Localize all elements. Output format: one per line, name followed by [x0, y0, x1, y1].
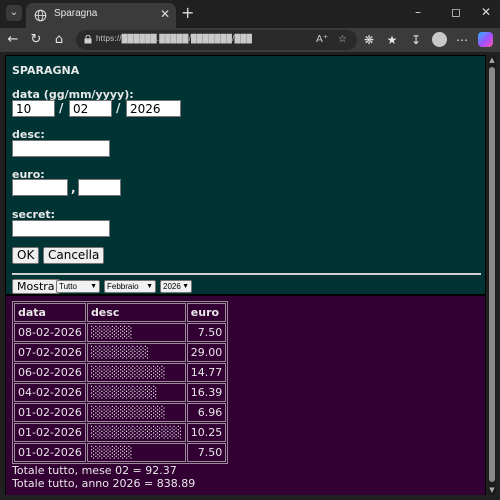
euro-integer-input[interactable]: [12, 179, 68, 196]
year-filter-value: 2026: [163, 282, 181, 291]
address-bar[interactable]: https://██████.█████/███████/███ A⁺ ☆: [76, 30, 357, 50]
more-options-icon[interactable]: ⋯: [454, 31, 470, 49]
chevron-down-icon: ▼: [182, 283, 189, 290]
table-row: 07-02-2026 ░░░░░░░ 29.00: [14, 343, 227, 362]
column-header-desc: desc: [86, 303, 186, 322]
close-tab-icon[interactable]: ✕: [160, 7, 170, 21]
date-year-input[interactable]: 2026: [126, 100, 181, 117]
secret-input[interactable]: [12, 220, 110, 237]
cell-date: 01-02-2026: [14, 403, 86, 422]
cell-euro: 7.50: [186, 443, 227, 462]
type-filter-select[interactable]: Tutto ▼: [56, 280, 100, 293]
profile-avatar[interactable]: [432, 32, 447, 47]
cell-date: 08-02-2026: [14, 323, 86, 342]
scroll-down-icon[interactable]: ▼: [488, 485, 496, 495]
cell-euro: 6.96: [186, 403, 227, 422]
desc-input[interactable]: [12, 140, 110, 157]
tab-sparagna[interactable]: Sparagna ✕: [26, 3, 176, 28]
cell-euro: 14.77: [186, 363, 227, 382]
cell-desc: ░░░░░░░░░: [86, 403, 186, 422]
cell-euro: 16.39: [186, 383, 227, 402]
type-filter-value: Tutto: [59, 282, 77, 291]
column-header-euro: euro: [186, 303, 227, 322]
downloads-icon[interactable]: ↧: [408, 31, 424, 49]
favorite-star-icon[interactable]: ☆: [338, 32, 347, 48]
back-icon[interactable]: ←: [4, 31, 22, 49]
cell-date: 01-02-2026: [14, 423, 86, 442]
tab-title: Sparagna: [54, 8, 98, 19]
minimize-icon[interactable]: –: [408, 4, 428, 20]
tab-strip: ⌄ Sparagna ✕ + – ◻ ✕: [0, 0, 500, 28]
expenses-table: data desc euro 08-02-2026 ░░░░░ 7.50 07-02-…: [12, 301, 229, 464]
cell-euro: 29.00: [186, 343, 227, 362]
date-month-input[interactable]: 02: [69, 100, 112, 117]
cell-desc: ░░░░░░░░: [86, 383, 186, 402]
chevron-down-icon: ▼: [90, 283, 97, 290]
table-row: 01-02-2026 ░░░░░░░░░░░ 10.25: [14, 423, 227, 442]
column-header-date: data: [14, 303, 86, 322]
cell-date: 07-02-2026: [14, 343, 86, 362]
cell-date: 04-02-2026: [14, 383, 86, 402]
home-icon[interactable]: ⌂: [50, 31, 68, 49]
browser-window: ⌄ Sparagna ✕ + – ◻ ✕ ← ↻ ⌂ https://█████…: [0, 0, 500, 500]
table-row: 06-02-2026 ░░░░░░░░░ 14.77: [14, 363, 227, 382]
date-separator: /: [116, 101, 121, 115]
show-button[interactable]: Mostra: [12, 279, 60, 294]
year-filter-select[interactable]: 2026 ▼: [160, 280, 192, 293]
copilot-icon[interactable]: [478, 32, 493, 47]
favorites-icon[interactable]: ★: [384, 31, 400, 49]
cell-desc: ░░░░░: [86, 443, 186, 462]
tab-actions-menu-icon[interactable]: ⌄: [6, 5, 22, 21]
scroll-up-icon[interactable]: ▲: [488, 55, 496, 65]
table-row: 08-02-2026 ░░░░░ 7.50: [14, 323, 227, 342]
cell-euro: 7.50: [186, 323, 227, 342]
table-row: 01-02-2026 ░░░░░░░░░ 6.96: [14, 403, 227, 422]
cell-desc: ░░░░░░░░░: [86, 363, 186, 382]
expenses-panel: data desc euro 08-02-2026 ░░░░░ 7.50 07-02-…: [6, 296, 485, 495]
refresh-icon[interactable]: ↻: [27, 31, 45, 49]
browser-toolbar: ← ↻ ⌂ https://██████.█████/███████/███ A…: [0, 28, 500, 52]
ok-button[interactable]: OK: [12, 247, 40, 264]
date-separator: /: [59, 101, 64, 115]
total-month: Totale tutto, mese 02 = 92.37: [12, 464, 177, 477]
divider: [12, 273, 481, 275]
date-day-input[interactable]: 10: [12, 100, 55, 117]
cell-date: 06-02-2026: [14, 363, 86, 382]
cell-desc: ░░░░░: [86, 323, 186, 342]
maximize-icon[interactable]: ◻: [446, 4, 466, 20]
lock-icon: [84, 35, 92, 44]
page-viewport: SPARAGNA data (gg/mm/yyyy): 10 / 02 / 20…: [5, 55, 486, 495]
extensions-icon[interactable]: ❋: [361, 31, 377, 49]
euro-decimal-input[interactable]: [78, 179, 121, 196]
table-row: 01-02-2026 ░░░░░ 7.50: [14, 443, 227, 462]
entry-form-panel: SPARAGNA data (gg/mm/yyyy): 10 / 02 / 20…: [6, 56, 485, 294]
scrollbar-thumb[interactable]: [489, 67, 495, 482]
table-header-row: data desc euro: [14, 303, 227, 322]
cell-desc: ░░░░░░░: [86, 343, 186, 362]
cell-desc: ░░░░░░░░░░░: [86, 423, 186, 442]
read-aloud-icon[interactable]: A⁺: [316, 32, 328, 48]
month-filter-select[interactable]: Febbraio ▼: [104, 280, 156, 293]
close-window-icon[interactable]: ✕: [476, 4, 496, 20]
cell-date: 01-02-2026: [14, 443, 86, 462]
page-scrollbar[interactable]: ▲ ▼: [488, 55, 496, 495]
euro-separator: ,: [71, 181, 76, 195]
cell-euro: 10.25: [186, 423, 227, 442]
month-filter-value: Febbraio: [107, 282, 139, 291]
globe-icon: [34, 9, 47, 22]
total-year: Totale tutto, anno 2026 = 838.89: [12, 477, 196, 490]
table-row: 04-02-2026 ░░░░░░░░ 16.39: [14, 383, 227, 402]
cancel-button[interactable]: Cancella: [43, 247, 105, 264]
page-title: SPARAGNA: [12, 64, 80, 77]
chevron-down-icon: ▼: [146, 283, 153, 290]
new-tab-icon[interactable]: +: [181, 4, 194, 22]
url-text: https://██████.█████/███████/███: [96, 34, 253, 43]
